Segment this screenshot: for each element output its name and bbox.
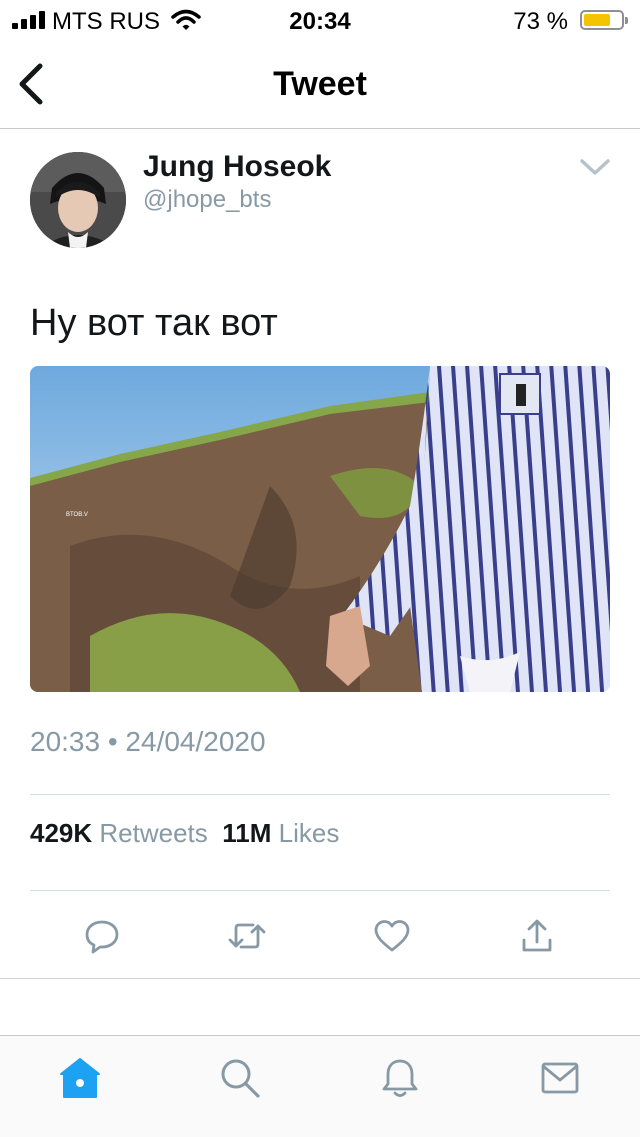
tweet-media-image[interactable]: BTOB.V [30, 366, 610, 692]
likes-count: 11M [222, 818, 272, 848]
tweet-menu-button[interactable] [578, 152, 612, 182]
status-bar: MTS RUS 20:34 73 % [0, 0, 640, 40]
tab-home[interactable] [52, 1050, 108, 1106]
tab-messages[interactable] [532, 1050, 588, 1106]
reply-button[interactable] [78, 912, 126, 960]
tab-search[interactable] [212, 1050, 268, 1106]
avatar[interactable] [30, 152, 126, 248]
tweet-timestamp: 20:33 • 24/04/2020 [30, 726, 266, 757]
retweet-button[interactable] [223, 912, 271, 960]
divider [30, 890, 610, 891]
battery-percent: 73 % [513, 8, 568, 35]
tweet-actions [0, 906, 640, 966]
tab-notifications[interactable] [372, 1050, 428, 1106]
page-title: Tweet [273, 65, 367, 103]
retweet-icon [228, 923, 266, 949]
watermark: BTOB.V [66, 512, 88, 518]
retweets-stat[interactable]: 429K Retweets [30, 818, 208, 848]
likes-stat[interactable]: 11M Likes [222, 818, 339, 848]
navigation-bar: Tweet [0, 40, 640, 129]
author-name[interactable]: Jung Hoseok [143, 150, 331, 184]
battery-icon [580, 10, 628, 30]
bell-icon [382, 1059, 418, 1097]
retweets-label: Retweets [99, 818, 208, 848]
share-button[interactable] [513, 912, 561, 960]
reply-bubble-icon [85, 920, 119, 954]
chevron-down-icon [580, 159, 610, 175]
likes-label: Likes [278, 818, 340, 848]
tweet-text: Ну вот так вот [30, 302, 278, 344]
mail-icon [541, 1062, 579, 1094]
photo: BTOB.V [30, 366, 610, 692]
author-handle[interactable]: @jhope_bts [143, 186, 271, 214]
battery-fill [584, 14, 610, 26]
tweet-stats: 429K Retweets 11M Likes [30, 818, 339, 849]
share-icon [522, 919, 552, 952]
retweets-count: 429K [30, 818, 93, 848]
heart-icon [374, 920, 410, 952]
tab-bar [0, 1035, 640, 1137]
search-icon [221, 1059, 260, 1098]
home-icon [60, 1058, 100, 1098]
like-button[interactable] [368, 912, 416, 960]
divider [30, 794, 610, 795]
divider [0, 978, 640, 979]
profile-photo [30, 152, 126, 248]
